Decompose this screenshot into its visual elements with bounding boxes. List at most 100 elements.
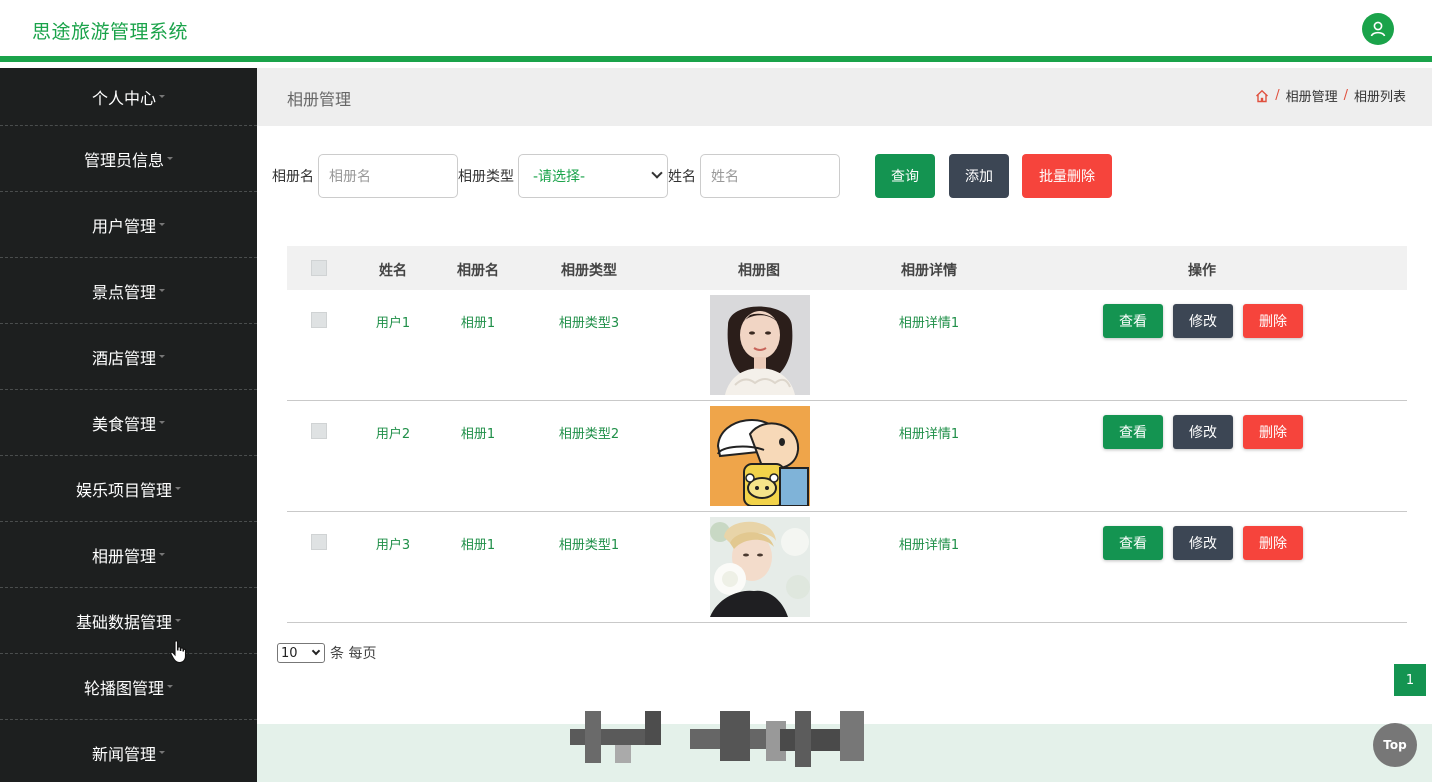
sidebar-item-albums[interactable]: 相册管理 — [0, 522, 257, 588]
sidebar: 个人中心 管理员信息 用户管理 景点管理 酒店管理 美食管理 娱乐项目管理 相册… — [0, 68, 257, 782]
cell-name: 用户3 — [375, 538, 411, 553]
add-button[interactable]: 添加 — [949, 154, 1009, 198]
column-header: 操作 — [1188, 263, 1216, 279]
footer — [257, 711, 1432, 782]
edit-button[interactable]: 修改 — [1173, 526, 1233, 560]
sidebar-item-label: 娱乐项目管理 — [75, 480, 172, 500]
sidebar-item-entertainment[interactable]: 娱乐项目管理 — [0, 456, 257, 522]
cell-album: 相册1 — [460, 538, 496, 553]
cell-name: 用户1 — [375, 316, 411, 331]
sidebar-item-label: 美食管理 — [91, 414, 156, 434]
caret-down-icon — [175, 619, 181, 622]
table-row: 用户2 相册1 相册类型2 相册详情1 查看 修改 删除 — [287, 401, 1407, 512]
row-checkbox[interactable] — [311, 312, 327, 328]
chevron-down-icon — [311, 646, 321, 656]
album-name-label: 相册名 — [272, 169, 314, 185]
delete-button[interactable]: 删除 — [1243, 304, 1303, 338]
sidebar-item-label: 新闻管理 — [91, 744, 156, 764]
cell-album: 相册1 — [460, 427, 496, 442]
query-button[interactable]: 查询 — [875, 154, 935, 198]
column-header: 相册图 — [738, 263, 780, 279]
view-button[interactable]: 查看 — [1103, 304, 1163, 338]
caret-down-icon — [159, 421, 165, 424]
sidebar-item-food[interactable]: 美食管理 — [0, 390, 257, 456]
caret-down-icon — [167, 685, 173, 688]
album-type-selected: -请选择- — [533, 169, 586, 185]
batch-delete-button[interactable]: 批量删除 — [1022, 154, 1112, 198]
sidebar-item-label: 酒店管理 — [91, 348, 156, 368]
row-checkbox[interactable] — [311, 534, 327, 550]
breadcrumb-separator: / — [1275, 88, 1280, 103]
edit-button[interactable]: 修改 — [1173, 415, 1233, 449]
obscured-footer-text — [570, 711, 864, 767]
cell-type: 相册类型1 — [558, 538, 620, 553]
caret-down-icon — [175, 487, 181, 490]
album-image-cartoon-boy — [710, 406, 810, 506]
delete-button[interactable]: 删除 — [1243, 526, 1303, 560]
hand-cursor-icon — [170, 640, 187, 664]
sidebar-item-users[interactable]: 用户管理 — [0, 192, 257, 258]
cell-type: 相册类型3 — [558, 316, 620, 331]
name-label: 姓名 — [668, 169, 696, 185]
caret-down-icon — [159, 95, 165, 98]
select-all-checkbox[interactable] — [311, 260, 327, 276]
page-size-select[interactable]: 10 — [277, 643, 325, 663]
breadcrumb-item: 相册列表 — [1353, 90, 1406, 105]
sidebar-item-personal-center[interactable]: 个人中心 — [0, 68, 257, 126]
name-input[interactable]: 姓名 — [700, 154, 840, 198]
home-icon[interactable] — [1255, 89, 1269, 103]
caret-down-icon — [159, 355, 165, 358]
user-avatar[interactable] — [1362, 13, 1394, 45]
sidebar-item-hotels[interactable]: 酒店管理 — [0, 324, 257, 390]
back-to-top-button[interactable]: Top — [1373, 723, 1417, 767]
sidebar-item-base-data[interactable]: 基础数据管理 — [0, 588, 257, 654]
page-size-value: 10 — [281, 645, 298, 661]
breadcrumb-item[interactable]: 相册管理 — [1286, 86, 1338, 105]
delete-button[interactable]: 删除 — [1243, 415, 1303, 449]
caret-down-icon — [159, 223, 165, 226]
page-title: 相册管理 — [287, 90, 352, 109]
caret-down-icon — [159, 751, 165, 754]
caret-down-icon — [159, 289, 165, 292]
sidebar-item-admin-info[interactable]: 管理员信息 — [0, 126, 257, 192]
album-image-portrait-man-flowers — [710, 517, 810, 617]
album-name-input[interactable]: 相册名 — [318, 154, 458, 198]
top-header: 思途旅游管理系统 — [0, 0, 1432, 62]
sidebar-item-label: 景点管理 — [91, 282, 156, 302]
view-button[interactable]: 查看 — [1103, 526, 1163, 560]
album-type-label: 相册类型 — [458, 169, 514, 185]
column-header: 姓名 — [379, 263, 407, 279]
caret-down-icon — [159, 553, 165, 556]
sidebar-item-label: 个人中心 — [91, 88, 156, 108]
column-header: 相册类型 — [561, 263, 617, 279]
sidebar-item-carousel[interactable]: 轮播图管理 — [0, 654, 257, 720]
sidebar-item-label: 相册管理 — [91, 546, 156, 566]
sidebar-item-label: 轮播图管理 — [83, 678, 164, 698]
album-type-select[interactable]: -请选择- — [518, 154, 668, 198]
caret-down-icon — [167, 157, 173, 160]
album-table: 姓名 相册名 相册类型 相册图 相册详情 操作 用户1 相册1 相册类型3 相册… — [287, 246, 1407, 623]
cell-type: 相册类型2 — [558, 427, 620, 442]
cell-detail: 相册详情1 — [898, 538, 960, 553]
table-header: 姓名 相册名 相册类型 相册图 相册详情 操作 — [287, 246, 1407, 290]
column-header: 相册详情 — [901, 263, 957, 279]
view-button[interactable]: 查看 — [1103, 415, 1163, 449]
sidebar-item-news[interactable]: 新闻管理 — [0, 720, 257, 782]
album-image-portrait-woman — [710, 295, 810, 395]
edit-button[interactable]: 修改 — [1173, 304, 1233, 338]
page-number-current[interactable]: 1 — [1394, 664, 1426, 696]
sidebar-item-attractions[interactable]: 景点管理 — [0, 258, 257, 324]
user-icon — [1370, 21, 1386, 37]
table-row: 用户1 相册1 相册类型3 相册详情1 查看 修改 删除 — [287, 290, 1407, 401]
column-header: 相册名 — [457, 263, 499, 279]
breadcrumb: / 相册管理 / 相册列表 — [1255, 86, 1406, 105]
cell-detail: 相册详情1 — [898, 427, 960, 442]
table-row: 用户3 相册1 相册类型1 相册详情1 查看 修改 删除 — [287, 512, 1407, 623]
page-size-control: 10 条 每页 — [277, 643, 376, 663]
page-size-suffix: 条 每页 — [330, 646, 377, 662]
row-checkbox[interactable] — [311, 423, 327, 439]
sidebar-item-label: 管理员信息 — [83, 150, 164, 170]
cell-detail: 相册详情1 — [898, 316, 960, 331]
sidebar-item-label: 用户管理 — [91, 216, 156, 236]
cell-album: 相册1 — [460, 316, 496, 331]
